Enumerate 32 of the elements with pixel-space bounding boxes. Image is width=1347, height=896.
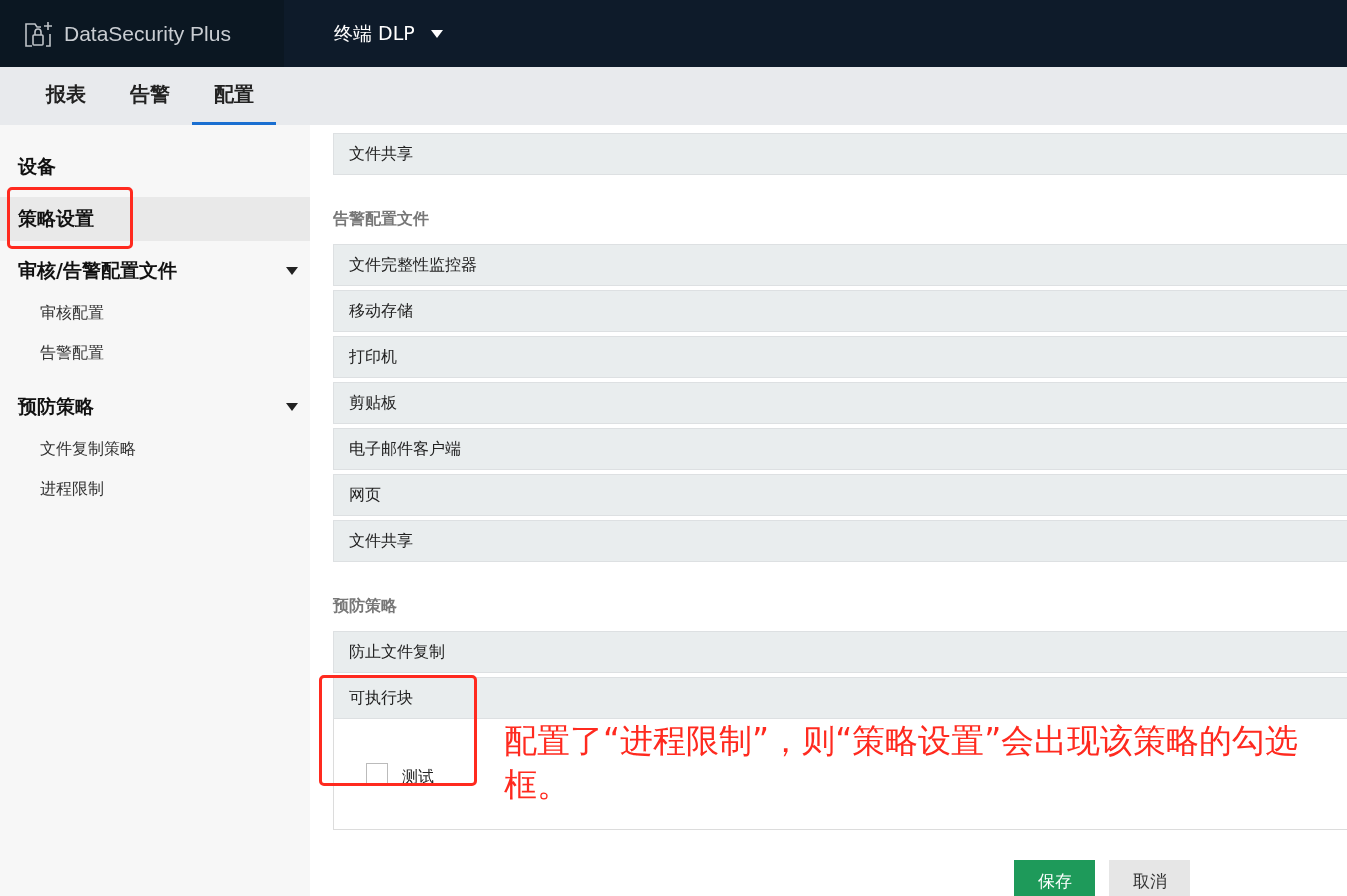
sidebar-subitem[interactable]: 审核配置 [0, 293, 310, 333]
cancel-button[interactable]: 取消 [1109, 860, 1190, 896]
sidebar-item[interactable]: 审核/告警配置文件 [0, 249, 310, 293]
policy-row[interactable]: 网页 [333, 474, 1347, 516]
policy-row[interactable]: 打印机 [333, 336, 1347, 378]
checkbox[interactable] [366, 763, 388, 785]
policy-row[interactable]: 文件完整性监控器 [333, 244, 1347, 286]
caret-icon [430, 29, 443, 38]
policy-row[interactable]: 防止文件复制 [333, 631, 1347, 673]
sidebar-item[interactable]: 预防策略 [0, 385, 310, 429]
save-button[interactable]: 保存 [1014, 860, 1095, 896]
policy-row[interactable]: 剪贴板 [333, 382, 1347, 424]
section-title: 告警配置文件 [333, 209, 430, 230]
sidebar-item[interactable]: 设备 [0, 145, 310, 189]
caret-icon [286, 267, 298, 275]
section-title: 预防策略 [333, 596, 398, 617]
nav-tab[interactable]: 告警 [108, 67, 192, 125]
sidebar-item-selected[interactable]: 策略设置 [0, 197, 310, 241]
caret-icon [286, 403, 298, 411]
sidebar-subitem[interactable]: 文件复制策略 [0, 429, 310, 469]
product-name: DataSecurity Plus [64, 21, 231, 46]
annotation-text: 配置了“进程限制”，则“策略设置”会出现该策略的勾选框。 [504, 720, 1300, 806]
policy-row[interactable]: 电子邮件客户端 [333, 428, 1347, 470]
sidebar-subitem[interactable]: 告警配置 [0, 333, 310, 373]
module-selector[interactable]: 终端 DLP [334, 20, 443, 47]
nav-tab[interactable]: 报表 [24, 67, 108, 125]
folder-lock-icon [24, 19, 54, 48]
policy-row[interactable]: 文件共享 [333, 133, 1347, 175]
policy-row[interactable]: 移动存储 [333, 290, 1347, 332]
policy-row[interactable]: 可执行块 [333, 677, 1347, 719]
sidebar-subitem[interactable]: 进程限制 [0, 469, 310, 509]
policy-row[interactable]: 文件共享 [333, 520, 1347, 562]
